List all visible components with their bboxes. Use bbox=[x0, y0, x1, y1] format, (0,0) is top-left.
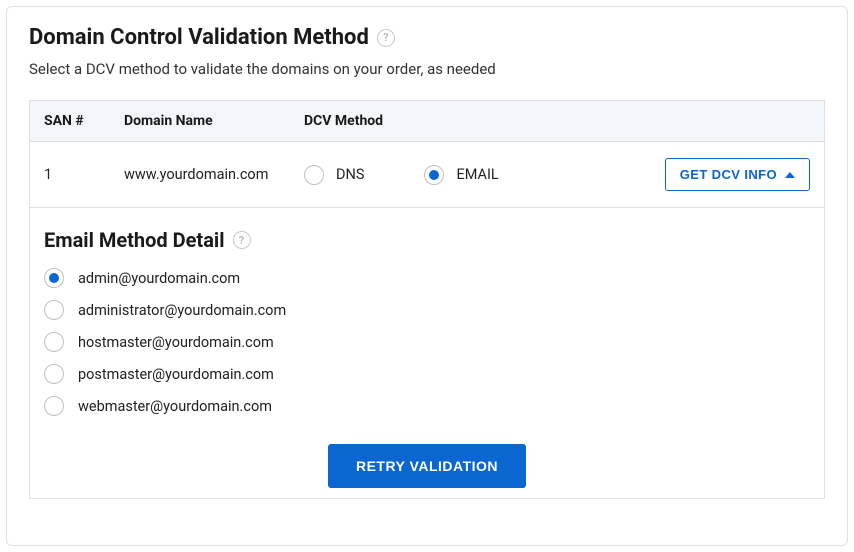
chevron-up-icon bbox=[785, 172, 795, 178]
radio-dns-indicator bbox=[304, 165, 324, 185]
cell-action: GET DCV INFO bbox=[640, 158, 810, 191]
email-option-1[interactable]: administrator@yourdomain.com bbox=[44, 300, 810, 320]
email-option-0[interactable]: admin@yourdomain.com bbox=[44, 268, 810, 288]
get-dcv-info-label: GET DCV INFO bbox=[680, 167, 777, 182]
col-header-domain: Domain Name bbox=[124, 113, 304, 129]
heading-row: Domain Control Validation Method ? bbox=[29, 25, 825, 50]
radio-email-label: EMAIL bbox=[456, 166, 498, 183]
email-list: admin@yourdomain.com administrator@yourd… bbox=[44, 268, 810, 416]
email-label: administrator@yourdomain.com bbox=[78, 302, 286, 319]
retry-validation-button[interactable]: RETRY VALIDATION bbox=[328, 444, 526, 488]
radio-indicator bbox=[44, 300, 64, 320]
email-option-3[interactable]: postmaster@yourdomain.com bbox=[44, 364, 810, 384]
email-option-4[interactable]: webmaster@yourdomain.com bbox=[44, 396, 810, 416]
table-row: 1 www.yourdomain.com DNS EMAIL GET DCV I… bbox=[30, 142, 824, 208]
email-label: postmaster@yourdomain.com bbox=[78, 366, 274, 383]
help-icon[interactable]: ? bbox=[377, 29, 395, 47]
dcv-card: Domain Control Validation Method ? Selec… bbox=[6, 6, 848, 546]
help-icon[interactable]: ? bbox=[233, 231, 251, 249]
radio-indicator bbox=[44, 332, 64, 352]
cell-method: DNS EMAIL bbox=[304, 165, 640, 185]
cell-san: 1 bbox=[44, 166, 124, 183]
email-option-2[interactable]: hostmaster@yourdomain.com bbox=[44, 332, 810, 352]
detail-heading-row: Email Method Detail ? bbox=[44, 228, 810, 252]
email-label: hostmaster@yourdomain.com bbox=[78, 334, 274, 351]
radio-indicator bbox=[44, 364, 64, 384]
dcv-method-radio-group: DNS EMAIL bbox=[304, 165, 640, 185]
radio-indicator bbox=[44, 396, 64, 416]
page-title: Domain Control Validation Method bbox=[29, 25, 369, 50]
radio-dns-label: DNS bbox=[336, 166, 364, 183]
col-header-san: SAN # bbox=[44, 113, 124, 129]
radio-email[interactable]: EMAIL bbox=[424, 165, 498, 185]
cell-domain: www.yourdomain.com bbox=[124, 166, 304, 183]
email-label: admin@yourdomain.com bbox=[78, 270, 240, 287]
dcv-table: SAN # Domain Name DCV Method 1 www.yourd… bbox=[29, 100, 825, 499]
radio-email-indicator bbox=[424, 165, 444, 185]
email-label: webmaster@yourdomain.com bbox=[78, 398, 272, 415]
radio-dns[interactable]: DNS bbox=[304, 165, 364, 185]
retry-row: RETRY VALIDATION bbox=[44, 444, 810, 488]
subtext: Select a DCV method to validate the doma… bbox=[29, 60, 825, 78]
radio-indicator bbox=[44, 268, 64, 288]
get-dcv-info-button[interactable]: GET DCV INFO bbox=[665, 158, 810, 191]
detail-heading: Email Method Detail bbox=[44, 228, 225, 252]
col-header-method: DCV Method bbox=[304, 113, 810, 129]
email-detail-section: Email Method Detail ? admin@yourdomain.c… bbox=[30, 208, 824, 498]
table-header: SAN # Domain Name DCV Method bbox=[30, 101, 824, 142]
